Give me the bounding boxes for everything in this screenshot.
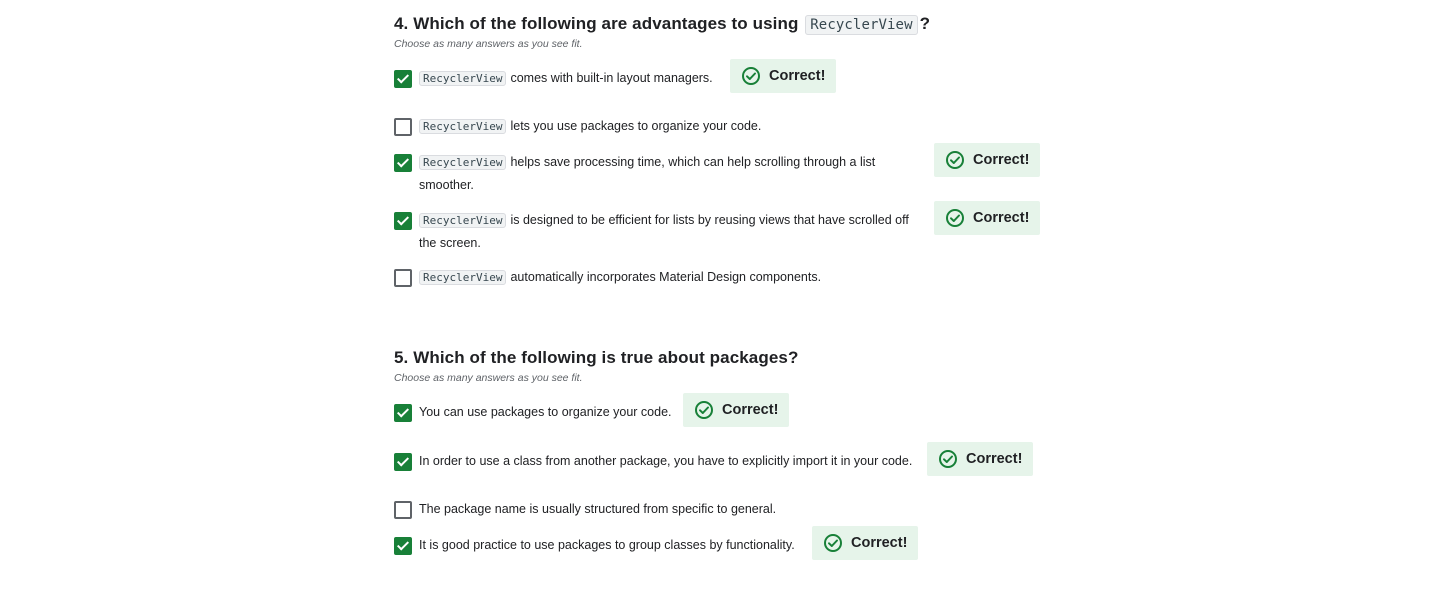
question-title: 5. Which of the following is true about … <box>394 348 799 367</box>
checkbox-checked[interactable] <box>394 212 412 230</box>
check-circle-icon <box>824 534 842 552</box>
answer-option[interactable]: In order to use a class from another pac… <box>394 453 929 472</box>
correct-feedback: Correct! <box>927 442 1034 476</box>
inline-code: RecyclerView <box>805 15 918 35</box>
question-hint: Choose as many answers as you see fit. <box>394 372 583 384</box>
answer-text: RecyclerView is designed to be efficient … <box>419 213 909 250</box>
check-circle-icon <box>695 401 713 419</box>
answer-text: RecyclerView comes with built-in layout m… <box>419 67 719 90</box>
answer-option[interactable]: The package name is usually structured f… <box>394 501 919 520</box>
checkbox-checked[interactable] <box>394 154 412 172</box>
question-5: 5. Which of the following is true about … <box>394 346 1054 560</box>
checkbox-checked[interactable] <box>394 404 412 422</box>
correct-feedback: Correct! <box>934 143 1041 177</box>
checkbox-checked[interactable] <box>394 453 412 471</box>
correct-feedback: Correct! <box>812 526 919 560</box>
answer-option[interactable]: RecyclerView comes with built-in layout m… <box>394 70 719 90</box>
answer-text: It is good practice to use packages to g… <box>419 538 795 552</box>
check-circle-icon <box>946 151 964 169</box>
answer-text: In order to use a class from another pac… <box>419 454 913 468</box>
checkbox-checked[interactable] <box>394 70 412 88</box>
answer-text: The package name is usually structured f… <box>419 502 777 516</box>
question-title: 4. Which of the following are advantages… <box>394 14 931 35</box>
checkbox-unchecked[interactable] <box>394 501 412 519</box>
checkbox-unchecked[interactable] <box>394 118 412 136</box>
question-4: 4. Which of the following are advantages… <box>394 12 1054 287</box>
check-circle-icon <box>946 209 964 227</box>
answer-option[interactable]: You can use packages to organize your co… <box>394 404 679 423</box>
correct-feedback: Correct! <box>934 201 1041 235</box>
quiz-page: 4. Which of the following are advantages… <box>0 0 1438 593</box>
checkbox-checked[interactable] <box>394 537 412 555</box>
answer-text: RecyclerView automatically incorporates M… <box>419 266 939 289</box>
check-circle-icon <box>742 67 760 85</box>
answer-option[interactable]: RecyclerView lets you use packages to org… <box>394 118 919 138</box>
answer-text: You can use packages to organize your co… <box>419 405 672 419</box>
answer-text: RecyclerView helps save processing time, … <box>419 155 876 192</box>
question-hint: Choose as many answers as you see fit. <box>394 38 583 50</box>
correct-feedback: Correct! <box>730 59 837 93</box>
answer-option[interactable]: RecyclerView helps save processing time, … <box>394 154 919 196</box>
checkbox-unchecked[interactable] <box>394 269 412 287</box>
check-circle-icon <box>939 450 957 468</box>
correct-feedback: Correct! <box>683 393 790 427</box>
answer-text: RecyclerView lets you use packages to org… <box>419 115 919 138</box>
answer-option[interactable]: It is good practice to use packages to g… <box>394 537 819 556</box>
answer-option[interactable]: RecyclerView automatically incorporates M… <box>394 269 939 289</box>
answer-option[interactable]: RecyclerView is designed to be efficient … <box>394 212 927 254</box>
